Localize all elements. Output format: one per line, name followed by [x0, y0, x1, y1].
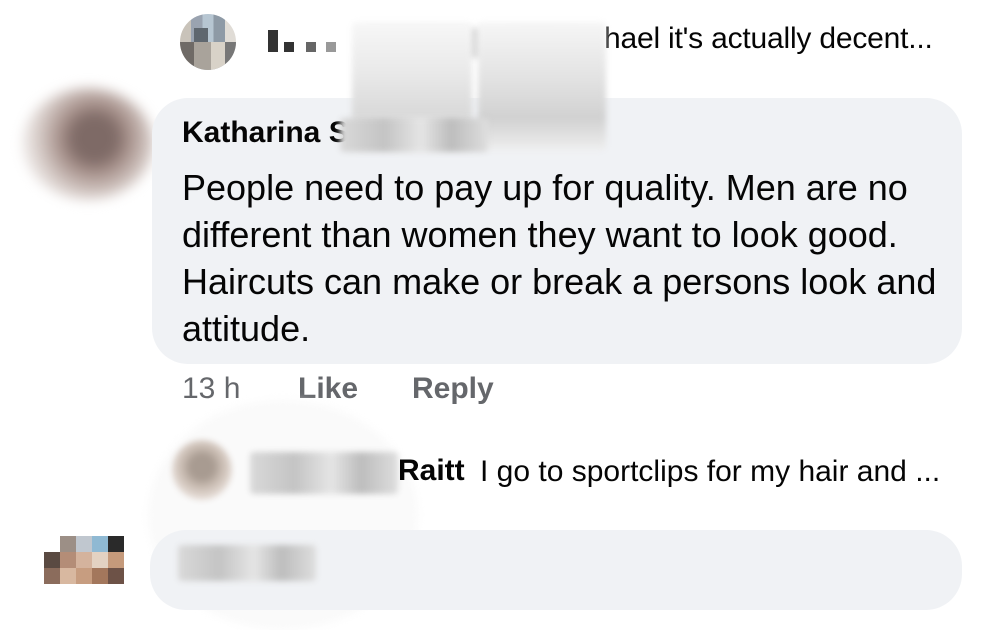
redacted-name-pixels: [262, 30, 342, 52]
reply-preview-text[interactable]: I go to sportclips for my hair and ...: [480, 455, 940, 489]
reply-avatar[interactable]: [172, 440, 232, 500]
redacted-name-blur: [250, 452, 398, 494]
commenter-avatar[interactable]: [22, 88, 154, 200]
reply-preview-text[interactable]: hael it's actually decent...: [604, 22, 933, 56]
redaction-overlay: [478, 22, 606, 150]
redacted-name-blur: [178, 545, 316, 581]
commenter-avatar-pixelated[interactable]: [44, 536, 136, 586]
reply-avatar-pixelated[interactable]: [180, 14, 236, 70]
redacted-surname: [340, 118, 488, 152]
comment-author-name[interactable]: Katharina S: [182, 116, 349, 150]
comment-text: People need to pay up for quality. Men a…: [182, 167, 937, 349]
reply-button[interactable]: Reply: [412, 372, 494, 406]
comment-timestamp[interactable]: 13 h: [182, 372, 240, 406]
reply-author-name[interactable]: Raitt: [398, 454, 465, 488]
